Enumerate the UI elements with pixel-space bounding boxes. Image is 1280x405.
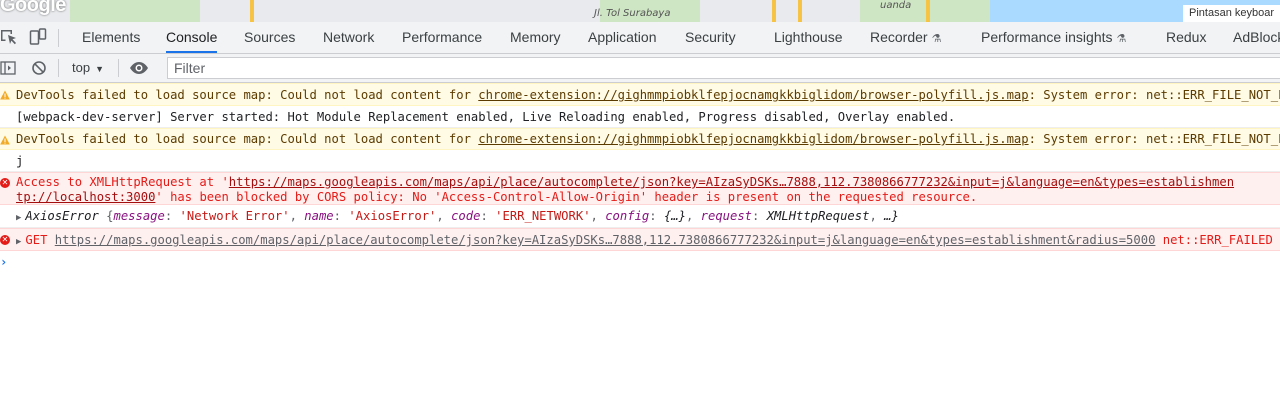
map-road-label: Jl. Tol Surabaya [594, 8, 671, 19]
tab-label: Performance [402, 29, 483, 45]
tab-performance-insights[interactable]: Performance insights ⚗ [981, 22, 1126, 53]
warning-icon [0, 135, 10, 145]
context-selector[interactable]: top ▼ [72, 60, 104, 75]
tab-adblock[interactable]: AdBlock [1233, 22, 1280, 53]
log-text: j [16, 154, 24, 168]
error-icon: ✕ [0, 178, 10, 188]
tab-label: Memory [510, 29, 561, 45]
object-key: config [605, 209, 650, 223]
map-park [70, 0, 200, 22]
http-method: GET [25, 233, 48, 247]
toolbar-divider [58, 59, 59, 77]
console-warning-row[interactable]: DevTools failed to load source map: Coul… [0, 83, 1280, 106]
map-road [926, 0, 930, 22]
tab-label: Application [588, 29, 657, 45]
origin-link[interactable]: tp://localhost:3000 [16, 190, 155, 204]
clear-console-icon[interactable] [31, 60, 47, 76]
tab-lighthouse[interactable]: Lighthouse [774, 22, 843, 53]
map-road [250, 0, 254, 22]
object-value: 'ERR_NETWORK' [495, 209, 591, 223]
prompt-chevron-icon: › [0, 255, 8, 269]
tab-label: Console [166, 29, 218, 45]
tab-security[interactable]: Security [685, 22, 736, 53]
object-value: 'AxiosError' [348, 209, 437, 223]
filter-input[interactable]: Filter [167, 57, 1280, 79]
console-log-row[interactable]: j [0, 150, 1280, 172]
expand-triangle-icon[interactable]: ▶ [16, 213, 21, 223]
caret-down-icon: ▼ [95, 64, 104, 74]
console-warning-row[interactable]: DevTools failed to load source map: Coul… [0, 128, 1280, 150]
log-text: [webpack-dev-server] Server started: Hot… [16, 110, 956, 124]
map-road [772, 0, 776, 22]
tab-performance[interactable]: Performance [402, 22, 482, 53]
tab-console[interactable]: Console [166, 22, 218, 53]
tab-recorder[interactable]: Recorder ⚗ [870, 22, 941, 53]
tab-elements[interactable]: Elements [82, 22, 140, 53]
console-prompt[interactable]: › [0, 251, 1280, 273]
tab-label: Network [323, 29, 375, 45]
tab-label: Performance insights [981, 29, 1113, 45]
warning-text: DevTools failed to load source map: Coul… [16, 132, 479, 146]
source-map-link[interactable]: chrome-extension://gighmmpiobklfepjocnam… [478, 88, 1028, 102]
tabbar-divider [58, 29, 59, 47]
request-url-link[interactable]: https://maps.googleapis.com/maps/api/pla… [229, 175, 1234, 189]
tab-network[interactable]: Network [323, 22, 374, 53]
warning-text: : System error: net::ERR_FILE_NOT_FOUND [1028, 88, 1280, 102]
object-value: {…} [663, 209, 686, 223]
tab-label: Elements [82, 29, 141, 45]
devtools-tabbar: Elements Console Sources Network Perform… [0, 22, 1280, 54]
tab-label: Sources [244, 29, 296, 45]
map-preview: Jl. Tol Surabaya uanda Google Pintasan k… [0, 0, 1280, 22]
tab-label: AdBlock [1233, 29, 1280, 45]
map-road [798, 0, 802, 22]
tab-label: Recorder [870, 29, 928, 45]
device-toolbar-icon[interactable] [29, 28, 47, 46]
live-expression-eye-icon[interactable] [129, 59, 149, 77]
tab-sources[interactable]: Sources [244, 22, 295, 53]
tab-memory[interactable]: Memory [510, 22, 561, 53]
object-value: XMLHttpRequest [766, 209, 870, 223]
tab-label: Redux [1166, 29, 1207, 45]
console-toolbar: top ▼ Filter [0, 54, 1280, 83]
console-messages: DevTools failed to load source map: Coul… [0, 83, 1280, 273]
tab-application[interactable]: Application [588, 22, 657, 53]
object-key: request [700, 209, 753, 223]
source-map-link[interactable]: chrome-extension://gighmmpiobklfepjocnam… [478, 132, 1028, 146]
expand-triangle-icon[interactable]: ▶ [16, 237, 21, 247]
error-text: Access to XMLHttpRequest at ' [16, 175, 229, 189]
object-class-name: AxiosError [25, 209, 99, 223]
experimental-flask-icon: ⚗ [931, 33, 942, 45]
tab-redux[interactable]: Redux [1166, 22, 1206, 53]
map-place-label: uanda [880, 0, 912, 11]
console-log-row[interactable]: [webpack-dev-server] Server started: Hot… [0, 106, 1280, 128]
object-key: code [451, 209, 481, 223]
error-icon: ✕ [0, 235, 10, 245]
experimental-flask-icon: ⚗ [1116, 33, 1127, 45]
object-key: name [304, 209, 334, 223]
error-text: ' has been blocked by CORS policy: No 'A… [155, 190, 978, 204]
console-error-row[interactable]: ✕ ▶ GET https://maps.googleapis.com/maps/… [0, 228, 1280, 251]
toolbar-divider [118, 59, 119, 77]
keyboard-shortcuts-button[interactable]: Pintasan keyboar [1183, 5, 1280, 22]
object-value: 'Network Error' [179, 209, 290, 223]
context-label: top [72, 60, 91, 75]
warning-text: : System error: net::ERR_FILE_NOT_FOUND [1028, 132, 1280, 146]
console-error-row[interactable]: ✕ Access to XMLHttpRequest at 'https://m… [0, 172, 1280, 205]
error-text: net::ERR_FAILED [1162, 233, 1273, 247]
object-ellipsis: …} [884, 209, 899, 223]
google-logo: Google [0, 0, 66, 16]
warning-text: DevTools failed to load source map: Coul… [16, 88, 479, 102]
sidebar-toggle-icon[interactable] [0, 60, 16, 76]
tab-label: Lighthouse [774, 29, 843, 45]
request-url-link[interactable]: https://maps.googleapis.com/maps/api/pla… [55, 233, 1156, 247]
tab-label: Security [685, 29, 736, 45]
axios-error-object[interactable]: ▶ AxiosError {message: 'Network Error', n… [0, 205, 1280, 228]
object-key: message [113, 209, 165, 223]
warning-icon [0, 90, 10, 100]
inspect-element-icon[interactable] [0, 28, 18, 46]
